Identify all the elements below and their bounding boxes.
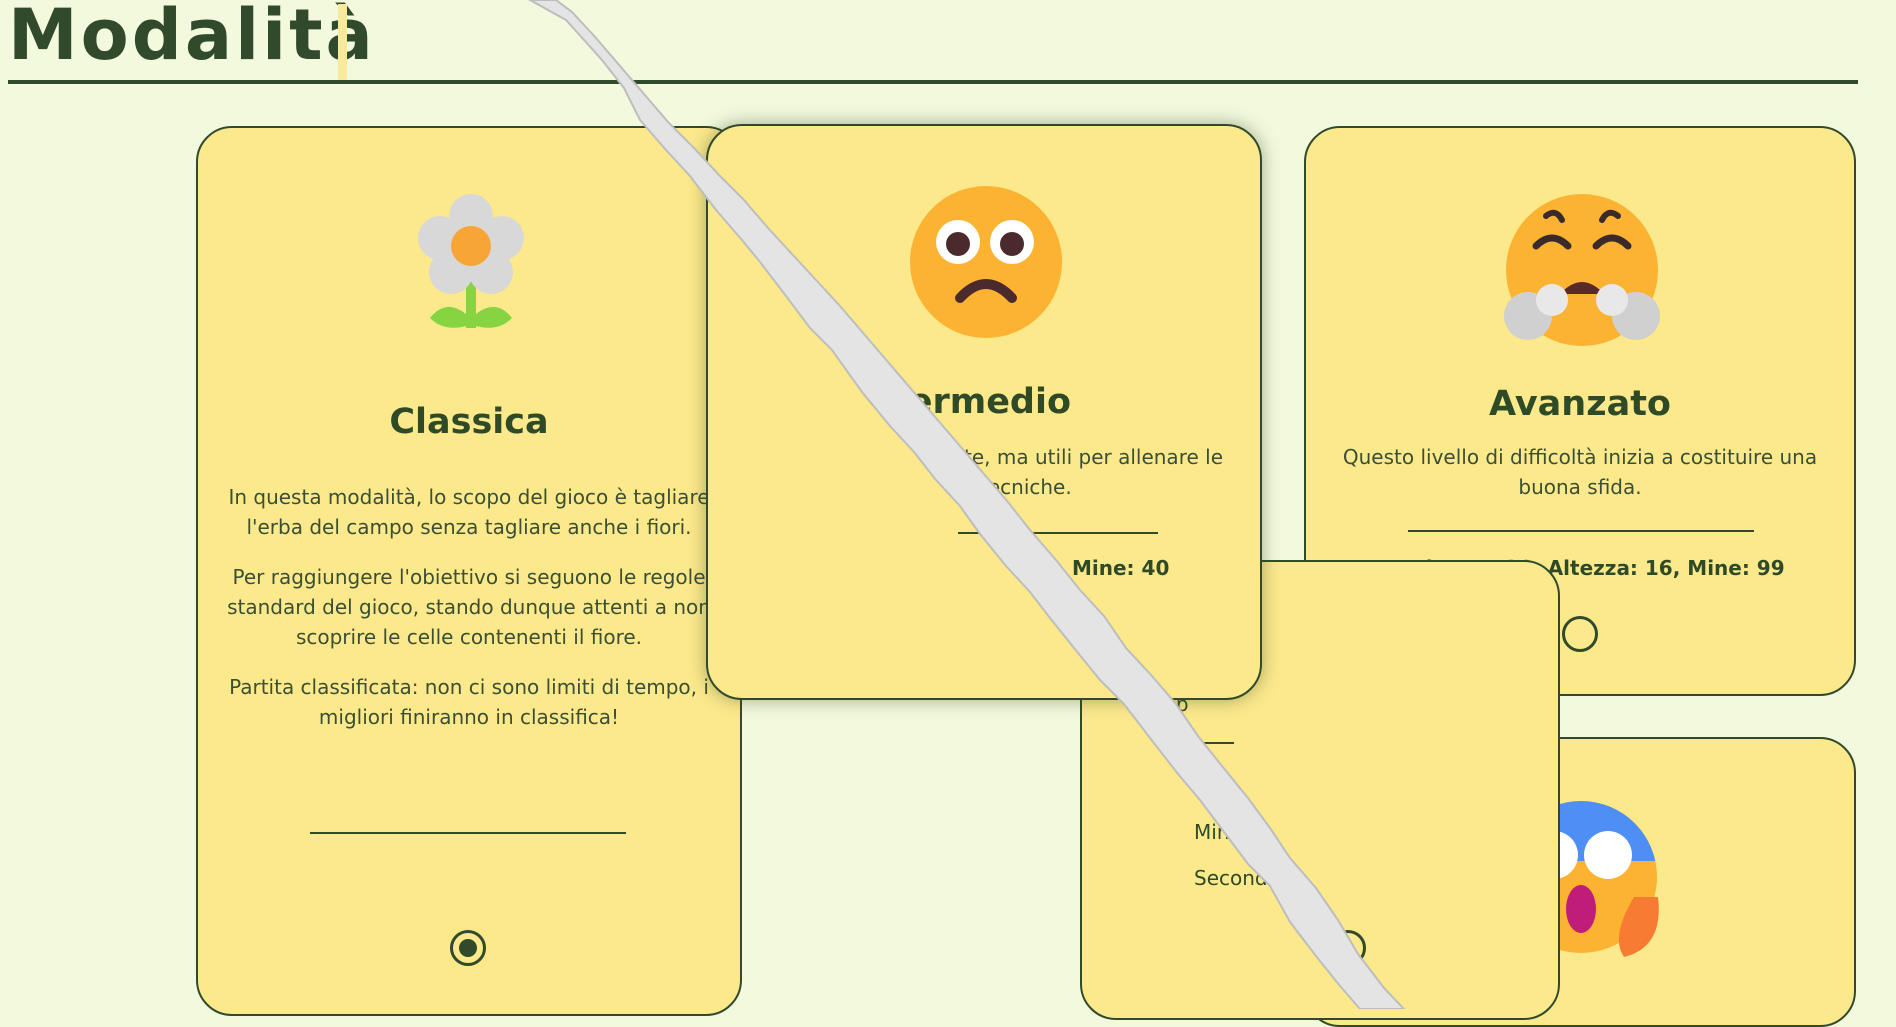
custom-divider	[1194, 742, 1234, 744]
classica-paragraph-3: Partita classificata: non ci sono limiti…	[229, 675, 709, 729]
page-title: Modalità	[8, 0, 376, 76]
minutes-label: Minuti:	[1194, 820, 1263, 844]
title-divider	[8, 80, 1858, 84]
worried-face-icon	[910, 186, 1062, 338]
mode-radio-classica[interactable]	[450, 930, 486, 966]
mode-title-classica: Classica	[389, 402, 549, 442]
sneezing-face-icon	[1504, 194, 1660, 346]
intermedio-stats: Mine: 40	[1072, 556, 1170, 580]
intermedio-desc-line-1: te, ma utili per allenare le	[964, 445, 1223, 469]
hours-label: Ore:	[1194, 774, 1237, 798]
flower-icon	[418, 194, 524, 328]
intermedio-divider	[958, 532, 1158, 534]
seconds-label: Secondi:	[1194, 866, 1280, 890]
text-caret	[338, 4, 347, 82]
mode-title-intermedio: termedio	[892, 382, 1072, 422]
mode-radio-avanzato[interactable]	[1562, 616, 1598, 652]
avanzato-description: Questo livello di difficoltà inizia a co…	[1342, 445, 1818, 499]
mode-title-avanzato: Avanzato	[1489, 384, 1671, 424]
mode-card-intermedio[interactable]: termedio te, ma utili per allenare le te…	[706, 124, 1262, 700]
classica-divider	[310, 832, 626, 834]
mode-card-classica[interactable]: Classica In questa modalità, lo scopo de…	[196, 126, 742, 1016]
classica-paragraph-1: In questa modalità, lo scopo del gioco è…	[228, 485, 710, 539]
page-header: Modalità	[8, 0, 376, 76]
mode-radio-personalizzata[interactable]	[1330, 930, 1366, 966]
intermedio-desc-line-2: tecniche.	[980, 475, 1072, 499]
classica-paragraph-2: Per raggiungere l'obiettivo si seguono l…	[227, 565, 711, 649]
avanzato-divider	[1408, 530, 1754, 532]
